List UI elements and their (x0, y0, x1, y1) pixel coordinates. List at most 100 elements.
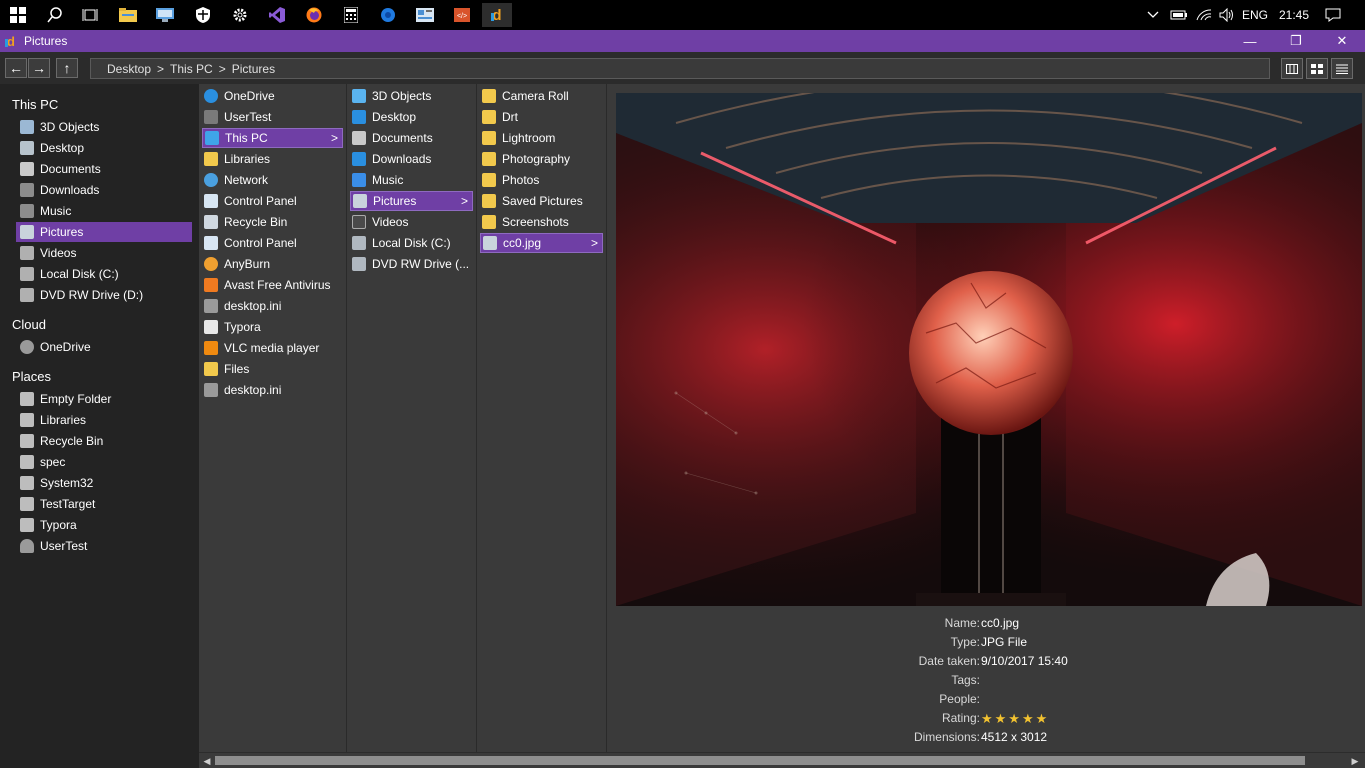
windows-security-icon[interactable] (188, 3, 218, 27)
list-item[interactable]: 3D Objects (350, 86, 473, 106)
address-bar[interactable]: Desktop > This PC > Pictures (90, 58, 1270, 79)
remote-desktop-icon[interactable] (150, 3, 180, 27)
sidebar-item-3d-objects[interactable]: 3D Objects (16, 117, 192, 137)
cube-icon (352, 89, 366, 103)
list-item[interactable]: Network (202, 170, 343, 190)
firefox-icon[interactable] (299, 3, 329, 27)
sidebar-item-libraries[interactable]: Libraries (16, 410, 192, 430)
visual-studio-icon[interactable] (262, 3, 292, 27)
view-icons-button[interactable] (1306, 58, 1328, 79)
list-item[interactable]: cc0.jpg > (480, 233, 603, 253)
sidebar-item-pictures[interactable]: Pictures (16, 222, 192, 242)
sidebar-item-local-disk[interactable]: Local Disk (C:) (16, 264, 192, 284)
list-item[interactable]: Documents (350, 128, 473, 148)
list-item[interactable]: Files (202, 359, 343, 379)
list-item[interactable]: Local Disk (C:) (350, 233, 473, 253)
up-button[interactable]: ↑ (56, 58, 78, 78)
minimize-button[interactable]: — (1227, 30, 1273, 52)
edge-blue-icon[interactable] (373, 3, 403, 27)
control-panel-icon[interactable] (410, 3, 440, 27)
sidebar-item-testtarget[interactable]: TestTarget (16, 494, 192, 514)
download-arrow-icon (352, 152, 366, 166)
search-icon[interactable] (40, 3, 70, 27)
list-item[interactable]: Control Panel (202, 191, 343, 211)
sidebar-item-desktop[interactable]: Desktop (16, 138, 192, 158)
wifi-icon[interactable] (1194, 0, 1214, 30)
dvd-drive-icon (352, 257, 366, 271)
battery-icon[interactable] (1168, 0, 1190, 30)
language-indicator[interactable]: ENG (1240, 0, 1270, 30)
sidebar-item-music[interactable]: Music (16, 201, 192, 221)
list-item[interactable]: Pictures > (350, 191, 473, 211)
window-titlebar[interactable]: d Pictures — ❐ ✕ (0, 30, 1365, 52)
list-item[interactable]: desktop.ini (202, 296, 343, 316)
list-item[interactable]: VLC media player (202, 338, 343, 358)
calculator-icon[interactable] (336, 3, 366, 27)
list-item[interactable]: Lightroom (480, 128, 603, 148)
sidebar-item-videos[interactable]: Videos (16, 243, 192, 263)
list-item[interactable]: Photography (480, 149, 603, 169)
list-item[interactable]: DVD RW Drive (... (350, 254, 473, 274)
list-item[interactable]: Saved Pictures (480, 191, 603, 211)
scroll-left-icon[interactable]: ◀ (201, 754, 213, 768)
windows-start-icon[interactable] (3, 3, 33, 27)
column-pictures: Camera Roll Drt Lightroom Photography Ph… (477, 84, 607, 752)
sidebar-item-system32[interactable]: System32 (16, 473, 192, 493)
sidebar-item-downloads[interactable]: Downloads (16, 180, 192, 200)
sidebar-item-usertest[interactable]: UserTest (16, 536, 192, 556)
list-item[interactable]: Avast Free Antivirus (202, 275, 343, 295)
breadcrumb-desktop[interactable]: Desktop (107, 62, 151, 76)
sidebar-item-documents[interactable]: Documents (16, 159, 192, 179)
view-list-button[interactable] (1331, 58, 1353, 79)
view-columns-button[interactable] (1281, 58, 1303, 79)
folder-icon (482, 215, 496, 229)
code-editor-icon[interactable]: </> (447, 3, 477, 27)
list-item[interactable]: Music (350, 170, 473, 190)
file-explorer-icon[interactable] (113, 3, 143, 27)
list-item[interactable]: Control Panel (202, 233, 343, 253)
d-app-icon[interactable]: d (482, 3, 512, 27)
clock[interactable]: 21:45 (1275, 0, 1313, 30)
list-item[interactable]: OneDrive (202, 86, 343, 106)
forward-button[interactable]: → (28, 58, 50, 78)
sidebar-item-onedrive[interactable]: OneDrive (16, 337, 192, 357)
list-item[interactable]: Desktop (350, 107, 473, 127)
typora-icon (20, 518, 34, 532)
onedrive-icon (204, 89, 218, 103)
rating-stars[interactable]: ★★★★★ (981, 711, 1049, 727)
list-item[interactable]: Videos (350, 212, 473, 232)
sidebar-item-dvd-drive[interactable]: DVD RW Drive (D:) (16, 285, 192, 305)
list-item[interactable]: Typora (202, 317, 343, 337)
svg-text:</>: </> (457, 13, 467, 20)
settings-icon[interactable] (225, 3, 255, 27)
maximize-button[interactable]: ❐ (1273, 30, 1319, 52)
list-item[interactable]: desktop.ini (202, 380, 343, 400)
list-item[interactable]: Camera Roll (480, 86, 603, 106)
list-item[interactable]: Recycle Bin (202, 212, 343, 232)
volume-icon[interactable] (1217, 0, 1237, 30)
back-button[interactable]: ← (5, 58, 27, 78)
list-item[interactable]: Screenshots (480, 212, 603, 232)
breadcrumb-pictures[interactable]: Pictures (232, 62, 275, 76)
sidebar-item-recycle-bin[interactable]: Recycle Bin (16, 431, 192, 451)
task-view-icon[interactable] (75, 3, 105, 27)
sidebar-item-empty-folder[interactable]: Empty Folder (16, 389, 192, 409)
list-item[interactable]: Libraries (202, 149, 343, 169)
list-item[interactable]: Drt (480, 107, 603, 127)
list-item[interactable]: Photos (480, 170, 603, 190)
list-item[interactable]: UserTest (202, 107, 343, 127)
close-button[interactable]: ✕ (1319, 30, 1365, 52)
breadcrumb-this-pc[interactable]: This PC (170, 62, 213, 76)
list-item[interactable]: AnyBurn (202, 254, 343, 274)
scroll-right-icon[interactable]: ▶ (1349, 754, 1361, 768)
scrollbar-thumb[interactable] (215, 756, 1305, 765)
control-panel-icon (204, 236, 218, 250)
chevron-up-icon[interactable] (1145, 0, 1161, 30)
sidebar-item-typora[interactable]: Typora (16, 515, 192, 535)
list-item[interactable]: This PC > (202, 128, 343, 148)
notification-icon[interactable] (1320, 0, 1346, 30)
sidebar-item-spec[interactable]: spec (16, 452, 192, 472)
column-root: OneDrive UserTest This PC > Libraries Net… (199, 84, 347, 752)
list-item[interactable]: Downloads (350, 149, 473, 169)
horizontal-scrollbar[interactable]: ◀ ▶ (199, 752, 1365, 768)
